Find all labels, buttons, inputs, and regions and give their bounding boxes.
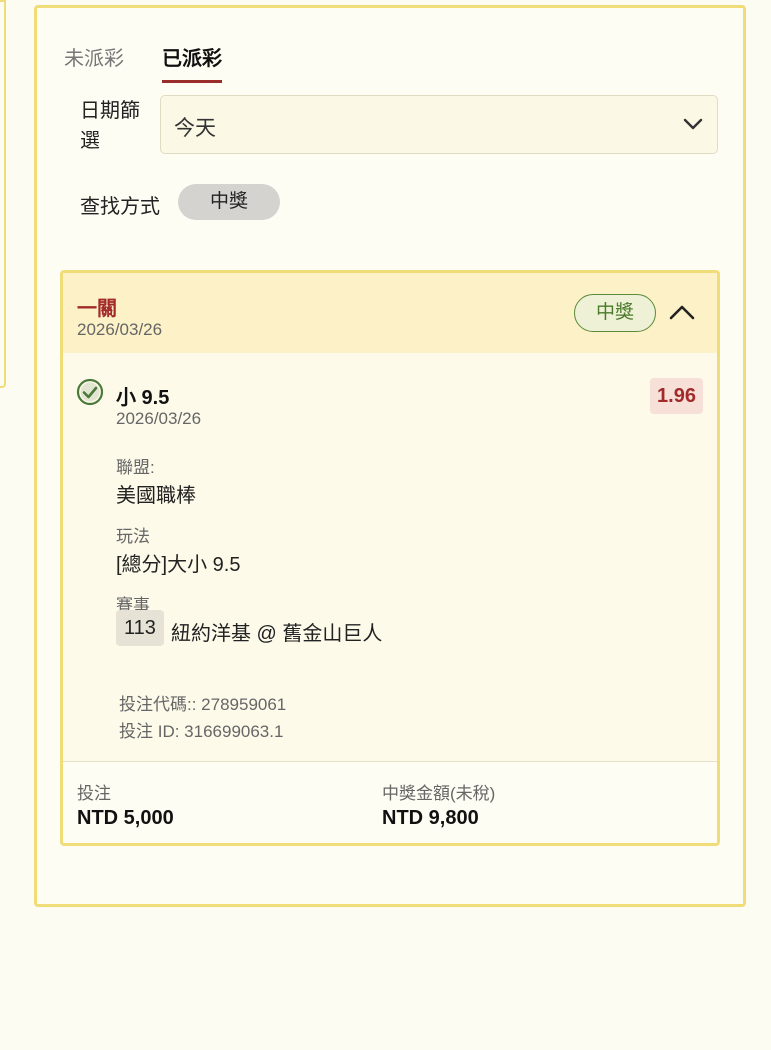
event-name: 紐約洋基 @ 舊金山巨人 — [171, 623, 383, 645]
tab-unsettled[interactable]: 未派彩 — [64, 42, 124, 71]
background-panel-edge — [0, 0, 6, 388]
league-label: 聯盟: — [116, 458, 155, 477]
selection-date: 2026/03/26 — [116, 409, 202, 428]
odds-badge: 1.96 — [650, 378, 703, 414]
payout-label: 中獎金額(未稅) — [382, 784, 496, 803]
bet-type: 一關 — [77, 298, 117, 320]
search-mode-label: 查找方式 — [80, 196, 160, 218]
status-badge: 中獎 — [574, 294, 656, 332]
event-code: 113 — [116, 610, 164, 646]
date-filter-select[interactable]: 今天 — [160, 95, 718, 154]
date-filter-label: 日期篩選 — [80, 100, 140, 152]
tab-settled[interactable]: 已派彩 — [162, 42, 222, 83]
market-label: 玩法 — [116, 527, 150, 546]
bet-id: 投注 ID: 316699063.1 — [119, 722, 284, 741]
payout-value: NTD 9,800 — [382, 807, 479, 829]
date-filter-value: 今天 — [174, 117, 216, 140]
bet-date: 2026/03/26 — [77, 320, 163, 339]
league-value: 美國職棒 — [116, 485, 196, 507]
chevron-down-icon — [683, 118, 703, 130]
bet-code: 投注代碼:: 278959061 — [119, 695, 287, 714]
selection-name: 小 9.5 — [116, 387, 170, 409]
stake-value: NTD 5,000 — [77, 807, 174, 829]
bet-card-footer: 投注 NTD 5,000 中獎金額(未稅) NTD 9,800 — [63, 761, 717, 843]
bet-card-header[interactable]: 一關 2026/03/26 中獎 — [63, 273, 717, 353]
search-mode-chip-win[interactable]: 中獎 — [178, 184, 280, 220]
chevron-up-icon[interactable] — [668, 299, 696, 327]
settled-bets-panel: 未派彩 已派彩 日期篩選 今天 查找方式 中獎 一關 2026/03/26 中獎… — [34, 5, 746, 907]
market-value: [總分]大小 9.5 — [116, 554, 241, 576]
stake-label: 投注 — [77, 784, 111, 803]
bet-card: 一關 2026/03/26 中獎 小 9.5 2026/03/26 1.96 聯… — [60, 270, 720, 846]
check-circle-icon — [76, 378, 104, 406]
